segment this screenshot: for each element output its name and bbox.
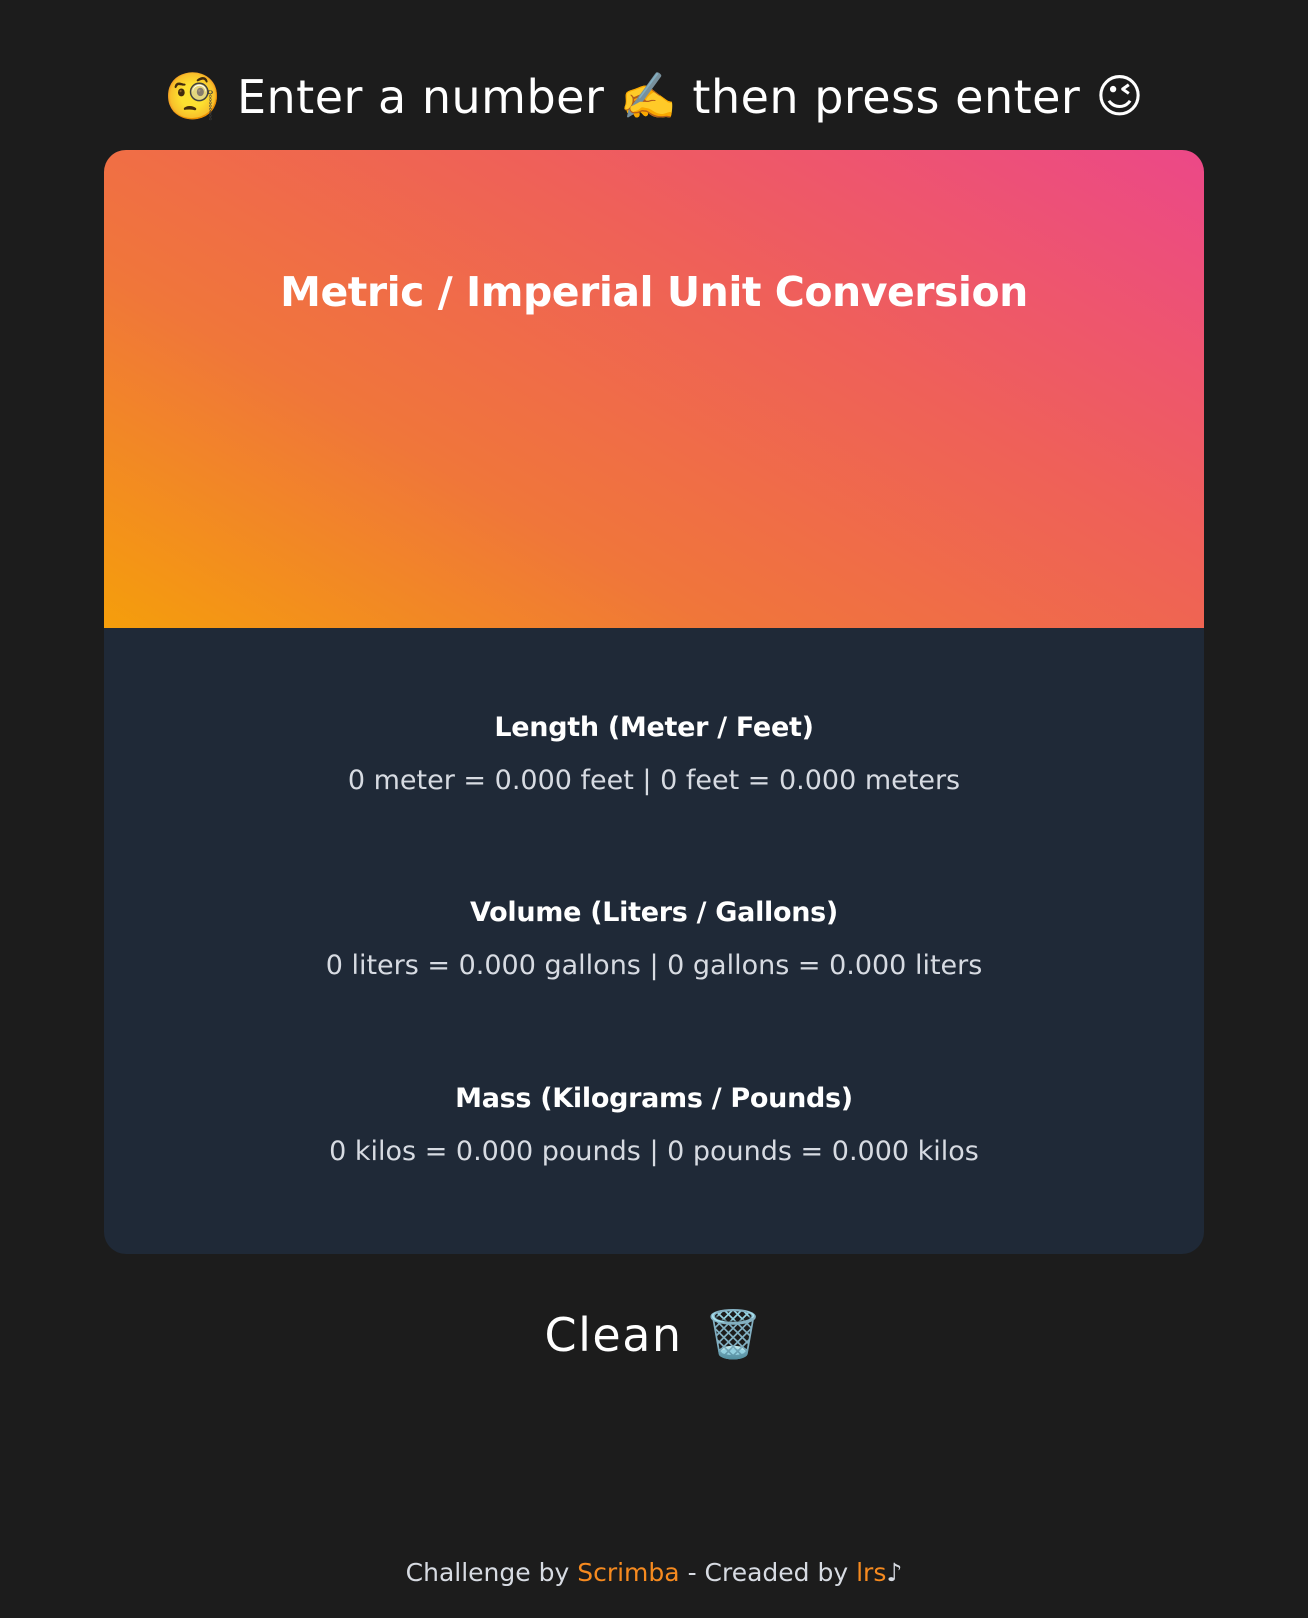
converter-title: Metric / Imperial Unit Conversion bbox=[280, 268, 1028, 316]
trash-can-icon: 🗑️ bbox=[704, 1307, 764, 1361]
page: 🧐 Enter a number ✍️ then press enter 😉 M… bbox=[0, 0, 1308, 1618]
mass-result: 0 kilos = 0.000 pounds | 0 pounds = 0.00… bbox=[329, 1136, 979, 1167]
mass-title: Mass (Kilograms / Pounds) bbox=[455, 1083, 853, 1114]
clean-button-label: Clean bbox=[544, 1308, 683, 1362]
monocle-face-emoji-icon: 🧐 bbox=[164, 69, 222, 124]
winking-face-emoji-icon: 😉 bbox=[1095, 69, 1144, 124]
volume-result: 0 liters = 0.000 gallons | 0 gallons = 0… bbox=[325, 950, 983, 981]
length-section: Length (Meter / Feet) 0 meter = 0.000 fe… bbox=[104, 712, 1204, 796]
scrimba-link[interactable]: Scrimba bbox=[577, 1558, 679, 1587]
writing-hand-emoji-icon: ✍️ bbox=[619, 69, 678, 124]
volume-title: Volume (Liters / Gallons) bbox=[470, 897, 838, 928]
instruction-text-part1: Enter a number bbox=[236, 69, 605, 124]
clean-button-content: Clean 🗑️ bbox=[544, 1307, 764, 1362]
footer: Challenge by Scrimba - Creaded by lrs♪ bbox=[0, 1558, 1308, 1587]
length-result: 0 meter = 0.000 feet | 0 feet = 0.000 me… bbox=[347, 765, 961, 796]
author-link[interactable]: lrs bbox=[856, 1558, 886, 1587]
footer-prefix: Challenge by bbox=[405, 1558, 570, 1587]
footer-middle: - Creaded by bbox=[687, 1558, 849, 1587]
converter-card: Metric / Imperial Unit Conversion Length… bbox=[104, 150, 1204, 1254]
instruction-heading: 🧐 Enter a number ✍️ then press enter 😉 bbox=[0, 61, 1308, 133]
converter-hero: Metric / Imperial Unit Conversion bbox=[104, 150, 1204, 628]
length-title: Length (Meter / Feet) bbox=[494, 712, 814, 743]
mass-section: Mass (Kilograms / Pounds) 0 kilos = 0.00… bbox=[104, 1083, 1204, 1167]
instruction-text-part2: then press enter bbox=[692, 69, 1081, 124]
clean-button[interactable]: Clean 🗑️ bbox=[0, 1300, 1308, 1370]
volume-section: Volume (Liters / Gallons) 0 liters = 0.0… bbox=[104, 897, 1204, 981]
music-note-icon: ♪ bbox=[886, 1558, 903, 1587]
number-input[interactable] bbox=[534, 380, 778, 472]
